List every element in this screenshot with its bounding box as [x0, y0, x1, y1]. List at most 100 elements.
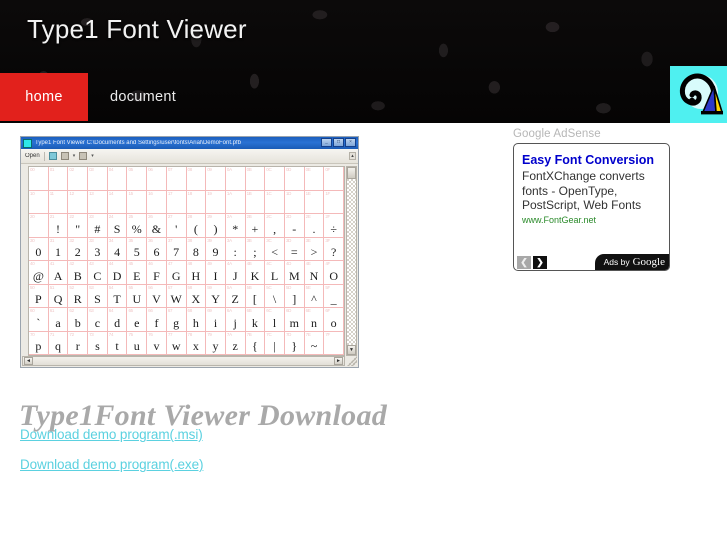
charmap-cell[interactable]: 1A: [225, 190, 246, 214]
charmap-cell[interactable]: 7C |: [265, 331, 285, 355]
charmap-cell[interactable]: 31 1: [48, 237, 69, 261]
scroll-left-icon[interactable]: ◄: [24, 357, 33, 365]
nav-item-document[interactable]: document: [88, 73, 198, 121]
charmap-cell[interactable]: 4E N: [304, 261, 325, 285]
charmap-cell[interactable]: 21!: [48, 214, 69, 238]
charmap-cell[interactable]: 5C \: [265, 284, 285, 308]
charmap-cell[interactable]: 6F o: [324, 308, 344, 332]
close-icon[interactable]: ×: [345, 138, 356, 147]
charmap-cell[interactable]: 0F: [324, 167, 344, 191]
charmap-cell[interactable]: 43 C: [88, 261, 108, 285]
charmap-cell[interactable]: 54 T: [107, 284, 128, 308]
charmap-cell[interactable]: 09: [206, 167, 226, 191]
charmap-cell[interactable]: 50 P: [29, 284, 49, 308]
charmap-cell[interactable]: 56 V: [147, 284, 167, 308]
charmap-cell[interactable]: 79 y: [206, 331, 226, 355]
scroll-right-icon[interactable]: ►: [334, 357, 343, 365]
charmap-cell[interactable]: 6E n: [304, 308, 325, 332]
charmap-cell[interactable]: 5A Z: [225, 284, 246, 308]
charmap-cell[interactable]: 5E ^: [304, 284, 325, 308]
charmap-cell[interactable]: 69 i: [206, 308, 226, 332]
charmap-cell[interactable]: 1D: [284, 190, 305, 214]
charmap-cell[interactable]: 37 7: [166, 237, 187, 261]
character-map-panel[interactable]: 00 01 02 03 04 05 06 07 08 09 0A 0B 0C 0D 0E 0F 10 11 12 13…: [28, 166, 345, 356]
charmap-cell[interactable]: 73 s: [88, 331, 108, 355]
charmap-cell[interactable]: 15: [127, 190, 148, 214]
charmap-cell[interactable]: 17: [166, 190, 187, 214]
charmap-cell[interactable]: 2F ÷: [324, 214, 344, 238]
charmap-cell[interactable]: 70 p: [29, 331, 49, 355]
charmap-cell[interactable]: 42 B: [68, 261, 89, 285]
charmap-cell[interactable]: 49 I: [206, 261, 226, 285]
charmap-cell[interactable]: 1B: [245, 190, 266, 214]
charmap-cell[interactable]: 20: [29, 214, 49, 238]
vertical-scroll-thumb[interactable]: [347, 167, 356, 179]
charmap-cell[interactable]: 19: [206, 190, 226, 214]
adsense-unit[interactable]: Easy Font Conversion FontXChange convert…: [513, 143, 670, 271]
charmap-cell[interactable]: 57 W: [166, 284, 187, 308]
charmap-cell[interactable]: 60 `: [29, 308, 49, 332]
charmap-cell[interactable]: 6C l: [265, 308, 285, 332]
charmap-cell[interactable]: 7D}: [284, 331, 305, 355]
charmap-cell[interactable]: 25%: [127, 214, 148, 238]
charmap-cell[interactable]: 12: [68, 190, 89, 214]
charmap-cell[interactable]: 62 b: [68, 308, 89, 332]
charmap-cell[interactable]: 13: [88, 190, 108, 214]
charmap-cell[interactable]: 0B: [245, 167, 266, 191]
charmap-cell[interactable]: 2D -: [284, 214, 305, 238]
charmap-cell[interactable]: 53 S: [88, 284, 108, 308]
horizontal-scrollbar[interactable]: ◄ ►: [22, 356, 345, 366]
charmap-cell[interactable]: 4A J: [225, 261, 246, 285]
charmap-cell[interactable]: 7B{: [245, 331, 266, 355]
zoom-icon[interactable]: [60, 152, 69, 160]
charmap-cell[interactable]: 74 t: [107, 331, 128, 355]
charmap-cell[interactable]: 44 D: [107, 261, 128, 285]
site-logo[interactable]: [670, 66, 727, 123]
print-icon[interactable]: [79, 152, 88, 160]
charmap-cell[interactable]: 47 G: [166, 261, 187, 285]
charmap-cell[interactable]: 61 a: [48, 308, 69, 332]
charmap-cell[interactable]: 00: [29, 167, 49, 191]
charmap-cell[interactable]: 22 ": [68, 214, 89, 238]
ads-by-google-badge[interactable]: Ads by Google: [594, 254, 669, 270]
charmap-cell[interactable]: 64 d: [107, 308, 128, 332]
charmap-cell[interactable]: 40 @: [29, 261, 49, 285]
maximize-icon[interactable]: □: [333, 138, 344, 147]
charmap-cell[interactable]: 3B;: [245, 237, 266, 261]
charmap-cell[interactable]: 07: [166, 167, 187, 191]
charmap-cell[interactable]: 55 U: [127, 284, 148, 308]
vertical-scrollbar[interactable]: ▼: [346, 166, 357, 356]
charmap-cell[interactable]: 66 f: [147, 308, 167, 332]
charmap-cell[interactable]: 5B[: [245, 284, 266, 308]
ad-next-icon[interactable]: ❯: [533, 256, 547, 269]
charmap-cell[interactable]: 6D m: [284, 308, 305, 332]
charmap-cell[interactable]: 76 v: [147, 331, 167, 355]
charmap-cell[interactable]: 30 0: [29, 237, 49, 261]
download-msi-link[interactable]: Download demo program(.msi): [20, 427, 203, 442]
charmap-cell[interactable]: 2B +: [245, 214, 266, 238]
ad-prev-icon[interactable]: ❮: [517, 256, 531, 269]
charmap-cell[interactable]: 51 Q: [48, 284, 69, 308]
charmap-cell[interactable]: 08: [186, 167, 207, 191]
charmap-cell[interactable]: 65 e: [127, 308, 148, 332]
app-screenshot[interactable]: Type1 Font Viewer C:\Documents and Setti…: [20, 136, 359, 368]
charmap-cell[interactable]: 1C: [265, 190, 285, 214]
charmap-cell[interactable]: 33 3: [88, 237, 108, 261]
charmap-cell[interactable]: 34 4: [107, 237, 128, 261]
charmap-cell[interactable]: 14: [107, 190, 128, 214]
charmap-cell[interactable]: 63 c: [88, 308, 108, 332]
folder-open-icon[interactable]: [48, 152, 57, 160]
toolbar-more-icon[interactable]: ▾: [91, 153, 94, 159]
charmap-cell[interactable]: 03: [88, 167, 108, 191]
charmap-cell[interactable]: 41 A: [48, 261, 69, 285]
charmap-cell[interactable]: 71 q: [48, 331, 69, 355]
charmap-cell[interactable]: 4D M: [284, 261, 305, 285]
charmap-cell[interactable]: 0A: [225, 167, 246, 191]
charmap-cell[interactable]: 59 Y: [206, 284, 226, 308]
charmap-cell[interactable]: 4F O: [324, 261, 344, 285]
charmap-cell[interactable]: 78 x: [186, 331, 207, 355]
charmap-cell[interactable]: 7E ~: [304, 331, 325, 355]
nav-item-home[interactable]: home: [0, 73, 88, 121]
character-map-grid[interactable]: 00 01 02 03 04 05 06 07 08 09 0A 0B 0C 0D 0E 0F 10 11 12 13…: [29, 167, 344, 355]
charmap-cell[interactable]: 58 X: [186, 284, 207, 308]
